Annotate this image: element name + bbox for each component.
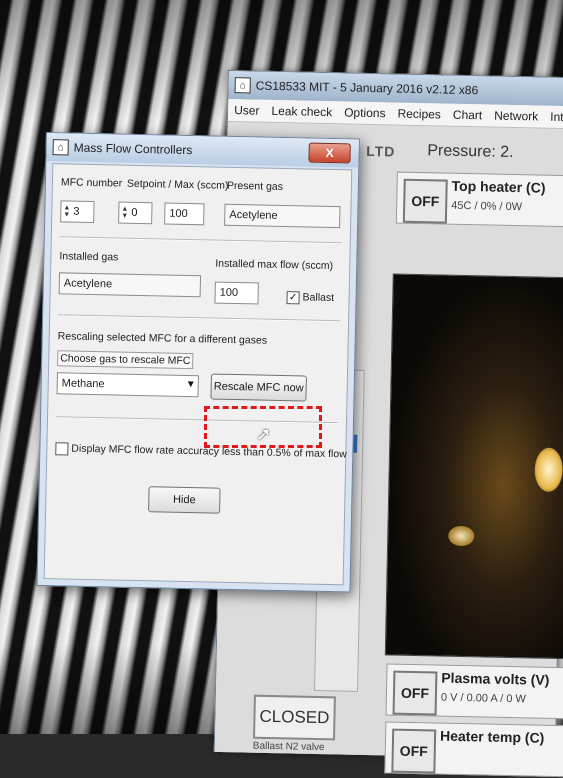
heater-temp-off-button[interactable]: OFF — [391, 728, 437, 774]
plasma-volts-value: 0 V / 0.00 A / 0 W — [440, 691, 527, 706]
chevron-down-icon[interactable]: ▼ — [186, 379, 196, 390]
dialog-title: Mass Flow Controllers — [73, 140, 193, 158]
choose-gas-select[interactable]: Methane ▼ — [56, 372, 199, 398]
installed-gas-label: Installed gas — [59, 250, 119, 264]
present-gas-label: Present gas — [226, 179, 284, 193]
pressure-readout: Pressure: 2. — [427, 142, 514, 161]
plasma-volts-title: Plasma volts (V) — [441, 669, 550, 688]
spin-arrows-icon[interactable]: ▲ ▼ — [63, 204, 70, 218]
menu-leak-check[interactable]: Leak check — [265, 104, 338, 120]
plasma-glow — [534, 447, 563, 493]
top-heater-off-button[interactable]: OFF — [402, 178, 448, 224]
setpoint-label: Setpoint / Max (sccm) — [126, 177, 229, 192]
hide-button[interactable]: Hide — [148, 486, 221, 514]
spin-arrows-icon[interactable]: ▲ ▼ — [121, 206, 128, 220]
max-flow-field[interactable]: 100 — [164, 202, 205, 226]
present-gas-field[interactable]: Acetylene — [224, 203, 341, 229]
ballast-checkbox[interactable]: ✓ — [286, 291, 300, 305]
rescale-mfc-button[interactable]: Rescale MFC now — [210, 373, 307, 402]
divider — [59, 236, 342, 245]
plasma-volts-panel: OFF Plasma volts (V) 0 V / 0.00 A / 0 W — [385, 663, 563, 720]
ballast-label: Ballast — [302, 291, 335, 305]
display-accuracy-checkbox[interactable] — [55, 442, 69, 456]
mfc-number-stepper[interactable]: ▲ ▼ 3 — [60, 200, 95, 224]
top-heater-title: Top heater (C) — [451, 177, 546, 196]
heater-temp-panel: OFF Heater temp (C) — [384, 721, 563, 778]
menu-options[interactable]: Options — [338, 105, 392, 120]
divider — [58, 314, 341, 323]
dialog-body: MFC number Setpoint / Max (sccm) Present… — [43, 163, 353, 586]
installed-max-flow-label: Installed max flow (sccm) — [215, 257, 334, 273]
camera-view — [384, 273, 563, 660]
top-heater-panel: OFF Top heater (C) 45C / 0% / 0W — [395, 171, 563, 228]
setpoint-value: 0 — [131, 206, 138, 219]
ballast-valve-label: Ballast N2 valve — [252, 740, 325, 754]
installed-max-flow-field[interactable]: 100 — [214, 281, 259, 305]
menu-network[interactable]: Network — [488, 108, 544, 124]
menu-user[interactable]: User — [228, 103, 266, 118]
rescale-heading: Rescaling selected MFC for a different g… — [57, 330, 268, 347]
installed-gas-field[interactable]: Acetylene — [58, 272, 202, 298]
main-window-title: CS18533 MIT - 5 January 2016 v2.12 x86 — [255, 78, 479, 98]
mfc-number-value: 3 — [73, 205, 80, 218]
mfc-number-label: MFC number — [60, 176, 123, 190]
mfc-dialog: ⌂ Mass Flow Controllers X MFC number Set… — [36, 132, 360, 593]
setpoint-stepper[interactable]: ▲ ▼ 0 — [118, 201, 153, 225]
heater-temp-title: Heater temp (C) — [439, 727, 545, 746]
choose-gas-value: Methane — [61, 377, 105, 391]
menu-interface[interactable]: Interfa — [544, 110, 563, 125]
menu-chart[interactable]: Chart — [447, 108, 489, 123]
menu-recipes[interactable]: Recipes — [391, 106, 447, 122]
mouse-cursor-icon: ➚ — [256, 424, 272, 444]
top-heater-value: 45C / 0% / 0W — [451, 199, 523, 214]
close-icon: X — [325, 145, 334, 161]
plasma-glow-secondary — [448, 525, 475, 547]
app-icon: ⌂ — [234, 77, 251, 94]
choose-gas-label: Choose gas to rescale MFC — [57, 350, 194, 370]
dialog-app-icon: ⌂ — [52, 139, 69, 156]
plasma-volts-off-button[interactable]: OFF — [392, 670, 438, 716]
dialog-close-button[interactable]: X — [308, 142, 351, 164]
